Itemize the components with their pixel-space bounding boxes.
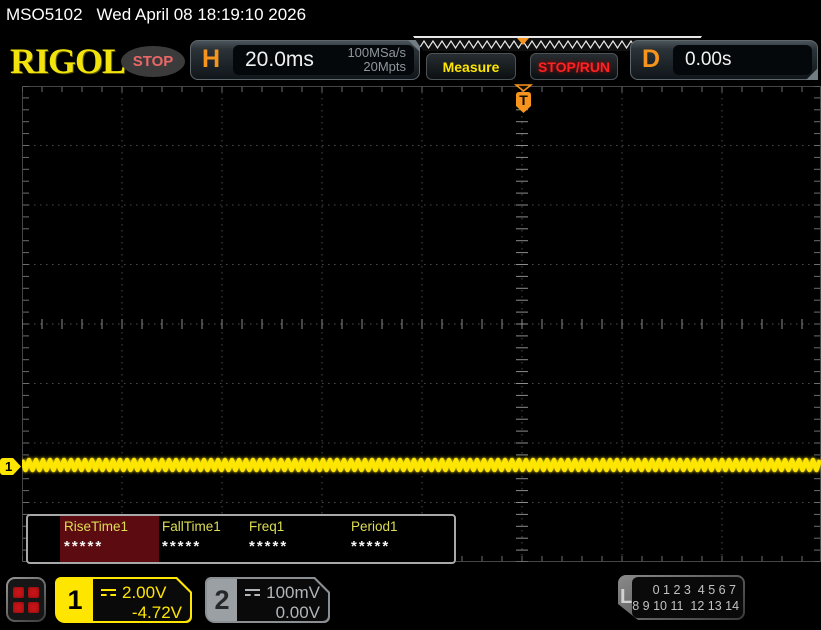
channel2-number: 2 [207, 579, 237, 621]
measurement-value: ***** [351, 538, 391, 555]
red-squares-icon [8, 579, 44, 620]
delay-label: D [642, 45, 661, 73]
measure-button-label: Measure [442, 58, 500, 75]
memory-trigger-position-icon [517, 38, 529, 45]
measurement-value: ***** [249, 538, 289, 555]
measurement-value: ***** [64, 538, 104, 555]
titlebar: MSO5102 Wed April 08 18:19:10 2026 [6, 5, 306, 25]
sample-rate: 100MSa/s [347, 45, 406, 60]
measure-button[interactable]: Measure [426, 53, 516, 80]
stop-run-button-label: STOP/RUN [537, 58, 611, 75]
delay-field: 0.00s [673, 45, 812, 75]
channel-menu-button[interactable] [6, 577, 46, 622]
channel1-badge[interactable]: 1 2.00V -4.72V [55, 577, 192, 623]
measurement-value: ***** [162, 538, 202, 555]
red-square [13, 586, 24, 598]
channel2-badge[interactable]: 2 100mV 0.00V [205, 577, 330, 623]
oscilloscope-screen: MSO5102 Wed April 08 18:19:10 2026 RIGOL… [0, 0, 821, 630]
dc-coupling-icon [101, 589, 116, 598]
measurement-label: RiseTime1 [64, 519, 129, 534]
corner-fold-icon [806, 68, 818, 80]
rigol-logo: RIGOL [10, 41, 126, 81]
trigger-position-marker[interactable]: T [514, 84, 533, 116]
graticule [19, 85, 821, 563]
acquisition-status-badge: STOP [121, 46, 185, 77]
channel1-number: 1 [57, 579, 93, 621]
sample-rate-info: 100MSa/s 20Mpts [347, 46, 414, 74]
measurement-label: FallTime1 [162, 519, 221, 534]
channel2-scale: 100mV [266, 583, 320, 602]
channel1-tag-number: 1 [5, 459, 13, 474]
timebase-value: 20.0ms [245, 48, 314, 71]
measurement-risetime[interactable]: RiseTime1 ***** [64, 519, 160, 561]
horizontal-timebase-block[interactable]: H 20.0ms 100MSa/s 20Mpts [190, 40, 420, 80]
measurement-freq[interactable]: Freq1 ***** [249, 519, 345, 561]
acquisition-status-label: STOP [132, 53, 174, 70]
channel2-offset: 0.00V [275, 603, 320, 622]
measurement-period[interactable]: Period1 ***** [351, 519, 447, 561]
memory-depth: 20Mpts [363, 59, 406, 74]
red-square [28, 601, 39, 613]
horizontal-label: H [202, 45, 221, 73]
channel1-position-tag[interactable]: 1 [0, 458, 21, 475]
red-square [28, 586, 39, 598]
logic-channels-badge[interactable]: L 0 1 2 3 4 5 6 7 8 9 10 11 12 13 14 15 [618, 575, 745, 620]
datetime: Wed April 08 18:19:10 2026 [96, 5, 307, 24]
dc-coupling-icon [245, 589, 260, 598]
measurement-label: Period1 [351, 519, 398, 534]
trigger-symbol: T [519, 92, 528, 108]
timebase-field: 20.0ms 100MSa/s 20Mpts [233, 45, 414, 75]
channel1-offset: -4.72V [131, 603, 182, 622]
logic-label: L [620, 586, 633, 608]
red-square [13, 601, 24, 613]
measurement-falltime[interactable]: FallTime1 ***** [162, 519, 258, 561]
channel1-scale: 2.00V [122, 583, 167, 602]
logic-row1: 0 1 2 3 4 5 6 7 [652, 582, 737, 597]
measurement-label: Freq1 [249, 519, 285, 534]
model-name: MSO5102 [6, 5, 83, 24]
logic-row2: 8 9 10 11 12 13 14 15 [632, 598, 740, 613]
measurement-panel: RiseTime1 ***** FallTime1 ***** Freq1 **… [26, 514, 456, 564]
stop-run-button[interactable]: STOP/RUN [530, 53, 618, 80]
trigger-delay-block[interactable]: D 0.00s [630, 40, 818, 80]
logic-channel-numbers: 0 1 2 3 4 5 6 7 8 9 10 11 12 13 14 15 [632, 577, 743, 618]
waveform-display-area [19, 85, 821, 563]
delay-value: 0.00s [685, 49, 732, 70]
